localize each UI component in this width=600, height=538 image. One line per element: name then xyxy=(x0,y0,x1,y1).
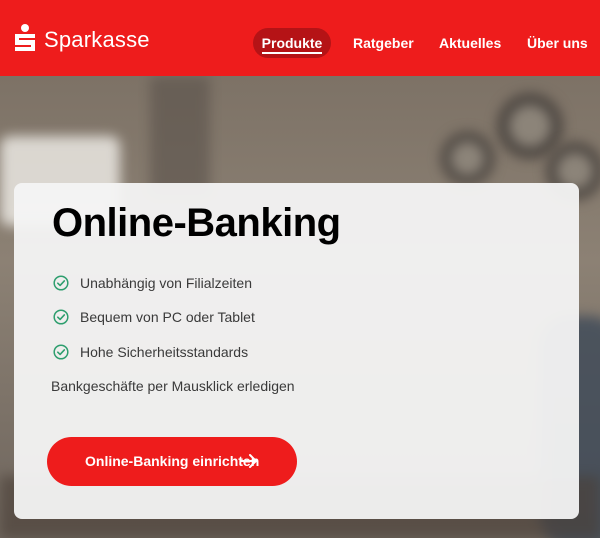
feature-item: Unabhängig von Filialzeiten xyxy=(80,275,252,291)
nav-item-aktuelles[interactable]: Aktuelles xyxy=(439,28,501,58)
nav-item-ueber-uns[interactable]: Über uns xyxy=(527,28,588,58)
setup-online-banking-button[interactable]: Online-Banking einrichten xyxy=(47,437,297,486)
online-banking-card: Online-Banking Unabhängig von Filialzeit… xyxy=(14,183,579,519)
nav-item-ratgeber[interactable]: Ratgeber xyxy=(353,28,414,58)
check-circle-icon xyxy=(53,309,69,325)
brand-name[interactable]: Sparkasse xyxy=(44,27,150,53)
nav-item-label: Produkte xyxy=(261,35,323,54)
nav-item-produkte[interactable]: Produkte xyxy=(253,28,331,58)
subline-text: Bankgeschäfte per Mausklick erledigen xyxy=(51,378,295,394)
button-label: Online-Banking einrichten xyxy=(85,453,260,469)
site-header: Sparkasse Produkte Ratgeber Aktuelles Üb… xyxy=(0,0,600,76)
feature-item: Hohe Sicherheitsstandards xyxy=(80,344,249,360)
arrow-right-icon xyxy=(240,454,257,468)
check-circle-icon xyxy=(53,344,69,360)
background-decoration xyxy=(435,126,500,191)
sparkasse-logo-icon[interactable] xyxy=(12,24,38,54)
check-circle-icon xyxy=(53,275,69,291)
background-decoration xyxy=(150,76,210,196)
feature-item: Bequem von PC oder Tablet xyxy=(80,309,255,325)
page-title: Online-Banking xyxy=(52,201,341,245)
